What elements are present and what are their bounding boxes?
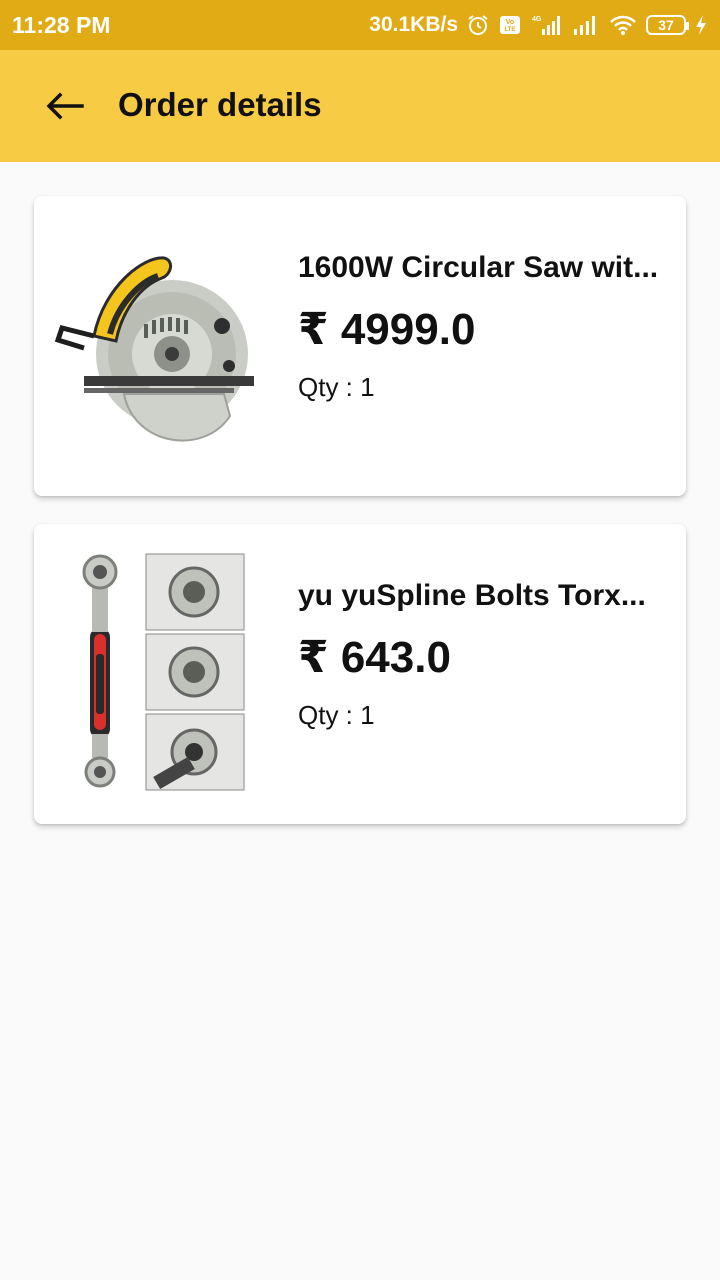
battery-level: 37 xyxy=(658,17,674,33)
page-title: Order details xyxy=(118,86,322,123)
product-price: ₹ 4999.0 xyxy=(298,305,476,354)
product-qty: Qty : 1 xyxy=(298,700,375,730)
arrow-left-icon xyxy=(46,92,84,120)
battery-icon: 37 xyxy=(646,15,689,35)
signal-4g-icon: 4G xyxy=(530,13,564,37)
product-name: 1600W Circular Saw wit... xyxy=(298,251,659,284)
app-bar: Order details xyxy=(0,50,720,162)
status-icons: 30.1KB/s Vo LTE 4G 37 xyxy=(369,13,708,37)
charging-icon xyxy=(694,13,708,37)
svg-text:LTE: LTE xyxy=(505,27,516,33)
product-price: ₹ 643.0 xyxy=(298,633,451,682)
alarm-icon xyxy=(466,13,490,37)
volte-icon: Vo LTE xyxy=(498,13,522,37)
order-card[interactable]: 1600W Circular Saw wit... ₹ 4999.0 Qty :… xyxy=(34,196,686,496)
signal-icon xyxy=(572,13,600,37)
product-qty: Qty : 1 xyxy=(298,372,375,402)
net-speed: 30.1KB/s xyxy=(369,13,458,36)
wifi-icon xyxy=(608,13,638,37)
svg-text:4G: 4G xyxy=(532,16,542,23)
product-image-circular-saw xyxy=(54,216,258,476)
svg-text:Vo: Vo xyxy=(506,19,514,26)
product-name: yu yuSpline Bolts Torx... xyxy=(298,579,646,612)
product-image-wrench xyxy=(54,544,258,804)
status-time: 11:28 PM xyxy=(12,11,111,38)
order-card[interactable]: yu yuSpline Bolts Torx... ₹ 643.0 Qty : … xyxy=(34,524,686,824)
status-bar: 11:28 PM 30.1KB/s Vo LTE 4G 37 xyxy=(0,0,720,50)
back-button[interactable] xyxy=(40,84,88,128)
